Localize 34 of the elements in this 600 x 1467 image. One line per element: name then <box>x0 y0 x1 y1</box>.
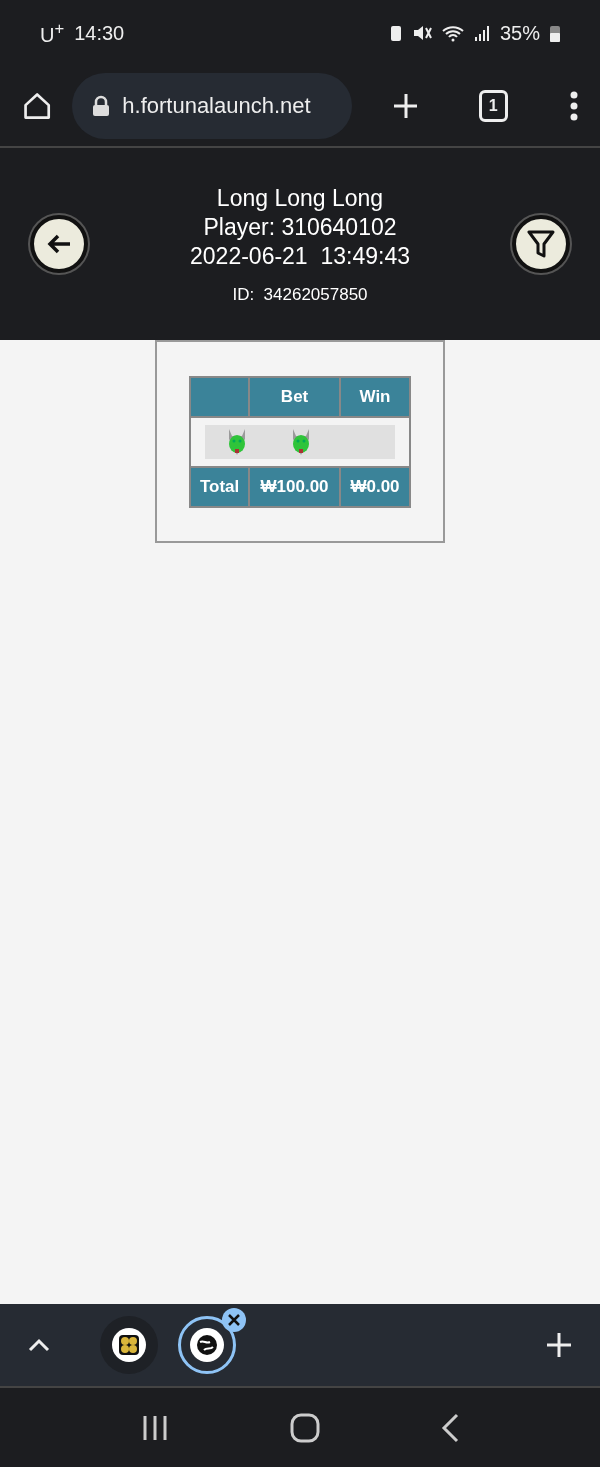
back-nav-icon[interactable] <box>441 1412 460 1443</box>
clover-icon <box>112 1328 146 1362</box>
carrier-label: U$^{+}$ <box>40 19 65 47</box>
tab-count[interactable]: 1 <box>478 90 508 122</box>
battery-icon <box>550 24 560 42</box>
filter-button[interactable] <box>512 215 570 273</box>
column-header: Bet <box>249 376 340 417</box>
total-bet: ₩100.00 <box>249 466 340 507</box>
filter-icon <box>527 229 555 259</box>
signal-icon <box>473 24 490 42</box>
battery-percent: 35% <box>499 21 540 45</box>
mute-icon <box>411 24 432 42</box>
wifi-icon <box>441 24 464 42</box>
player-id: Player: 310640102 <box>203 212 397 242</box>
round-id: ID: 34262057850 <box>232 284 368 305</box>
close-icon <box>228 1314 240 1326</box>
game-title: Long Long Long <box>216 183 384 213</box>
back-button[interactable] <box>30 215 88 273</box>
battery-saver-icon <box>389 24 402 42</box>
clock: 14:30 <box>74 21 125 45</box>
lock-icon <box>92 95 111 117</box>
url-bar[interactable]: h.fortunalaunch.net <box>72 73 353 139</box>
back-arrow-icon <box>46 233 72 255</box>
total-win: ₩0.00 <box>340 466 410 507</box>
new-tab-icon[interactable] <box>546 1332 572 1358</box>
globe-icon <box>190 1328 224 1362</box>
round-datetime: 2022-06-21 13:49:43 <box>190 241 410 271</box>
more-icon[interactable] <box>569 91 579 121</box>
total-label: Total <box>190 466 250 507</box>
home-nav-icon[interactable] <box>290 1412 320 1443</box>
column-header: Win <box>340 376 410 417</box>
plus-icon[interactable] <box>392 92 418 120</box>
close-tab-button[interactable] <box>222 1308 246 1332</box>
chevron-up-icon[interactable] <box>28 1338 50 1352</box>
